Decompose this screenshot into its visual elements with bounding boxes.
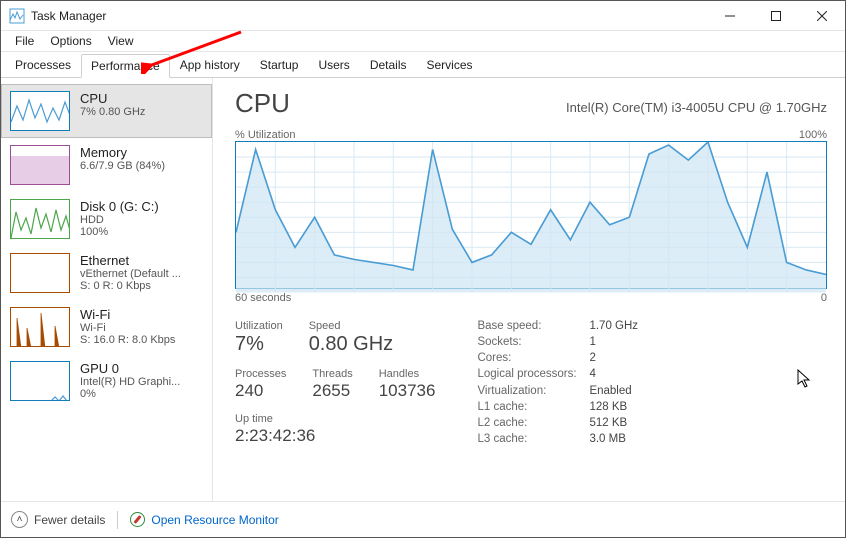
stats-left: Utilization 7% Speed 0.80 GHz Processes …: [235, 320, 435, 446]
chevron-up-icon: ˄: [11, 511, 28, 528]
sidebar-item-name: CPU: [80, 91, 145, 106]
speed-label: Speed: [309, 320, 393, 332]
tab-performance[interactable]: Performance: [81, 54, 170, 78]
stat-key: Base speed:: [477, 320, 589, 333]
sidebar-item-name: GPU 0: [80, 361, 180, 376]
menu-options[interactable]: Options: [42, 32, 99, 50]
open-resource-monitor-link[interactable]: Open Resource Monitor: [130, 512, 278, 527]
stat-val: 4: [589, 368, 638, 381]
sidebar-item-sub: vEthernet (Default ...: [80, 268, 181, 280]
tab-app-history[interactable]: App history: [170, 53, 250, 77]
sidebar-item-sub2: S: 0 R: 0 Kbps: [80, 280, 181, 292]
stat-val: 1.70 GHz: [589, 320, 638, 333]
sidebar-item-eth[interactable]: EthernetvEthernet (Default ...S: 0 R: 0 …: [1, 246, 212, 300]
uptime-value: 2:23:42:36: [235, 426, 435, 446]
main-pane: CPU Intel(R) Core(TM) i3-4005U CPU @ 1.7…: [213, 78, 845, 501]
utilization-label: Utilization: [235, 320, 283, 332]
utilization-chart[interactable]: [235, 141, 827, 289]
open-resource-monitor-label: Open Resource Monitor: [151, 513, 278, 527]
cpu-model: Intel(R) Core(TM) i3-4005U CPU @ 1.70GHz: [566, 100, 827, 115]
processes-label: Processes: [235, 368, 286, 380]
chart-label-bottom-right: 0: [821, 292, 827, 304]
tab-startup[interactable]: Startup: [250, 53, 309, 77]
tab-services[interactable]: Services: [417, 53, 483, 77]
stat-val: 3.0 MB: [589, 433, 638, 446]
sidebar-item-cpu[interactable]: CPU7% 0.80 GHz: [1, 84, 212, 138]
sidebar: CPU7% 0.80 GHzMemory6.6/7.9 GB (84%)Disk…: [1, 78, 213, 501]
close-button[interactable]: [799, 1, 845, 31]
stat-key: L3 cache:: [477, 433, 589, 446]
threads-label: Threads: [312, 368, 352, 380]
sidebar-item-sub2: S: 16.0 R: 8.0 Kbps: [80, 334, 175, 346]
task-manager-window: Task Manager File Options View Processes…: [0, 0, 846, 538]
maximize-button[interactable]: [753, 1, 799, 31]
fewer-details-label: Fewer details: [34, 513, 105, 527]
sidebar-item-gpu[interactable]: GPU 0Intel(R) HD Graphi...0%: [1, 354, 212, 408]
stat-val: 128 KB: [589, 401, 638, 414]
sidebar-item-name: Disk 0 (G: C:): [80, 199, 159, 214]
stat-key: L1 cache:: [477, 401, 589, 414]
stat-key: Cores:: [477, 352, 589, 365]
sidebar-item-sub: 7% 0.80 GHz: [80, 106, 145, 118]
handles-label: Handles: [379, 368, 436, 380]
app-icon: [9, 8, 25, 24]
sidebar-item-sub: HDD: [80, 214, 159, 226]
sidebar-item-name: Ethernet: [80, 253, 181, 268]
tab-users[interactable]: Users: [308, 53, 359, 77]
mem-thumb-icon: [10, 145, 70, 185]
tab-processes[interactable]: Processes: [5, 53, 81, 77]
handles-value: 103736: [379, 381, 436, 401]
stat-val: Enabled: [589, 385, 638, 398]
uptime-label: Up time: [235, 413, 435, 425]
minimize-button[interactable]: [707, 1, 753, 31]
menubar: File Options View: [1, 31, 845, 52]
chart-label-top-right: 100%: [799, 129, 827, 141]
sidebar-item-name: Wi-Fi: [80, 307, 175, 322]
stats-right: Base speed:1.70 GHzSockets:1Cores:2Logic…: [477, 320, 638, 446]
tab-details[interactable]: Details: [360, 53, 417, 77]
sidebar-item-sub2: 100%: [80, 226, 159, 238]
speed-value: 0.80 GHz: [309, 333, 393, 356]
threads-value: 2655: [312, 381, 352, 401]
tabstrip: ProcessesPerformanceApp historyStartupUs…: [1, 52, 845, 78]
processes-value: 240: [235, 381, 286, 401]
stat-key: Logical processors:: [477, 368, 589, 381]
sidebar-item-sub2: 0%: [80, 388, 180, 400]
gpu-thumb-icon: [10, 361, 70, 401]
disk-thumb-icon: [10, 199, 70, 239]
stat-val: 2: [589, 352, 638, 365]
wifi-thumb-icon: [10, 307, 70, 347]
sidebar-item-disk[interactable]: Disk 0 (G: C:)HDD100%: [1, 192, 212, 246]
titlebar: Task Manager: [1, 1, 845, 31]
eth-thumb-icon: [10, 253, 70, 293]
fewer-details-button[interactable]: ˄ Fewer details: [11, 511, 105, 528]
sidebar-item-mem[interactable]: Memory6.6/7.9 GB (84%): [1, 138, 212, 192]
stats: Utilization 7% Speed 0.80 GHz Processes …: [235, 320, 827, 446]
menu-view[interactable]: View: [100, 32, 142, 50]
sidebar-item-wifi[interactable]: Wi-FiWi-FiS: 16.0 R: 8.0 Kbps: [1, 300, 212, 354]
stat-val: 1: [589, 336, 638, 349]
chart-label-top-left: % Utilization: [235, 129, 296, 141]
utilization-value: 7%: [235, 333, 283, 356]
stat-val: 512 KB: [589, 417, 638, 430]
sidebar-item-sub: 6.6/7.9 GB (84%): [80, 160, 165, 172]
footer-separator: [117, 511, 118, 529]
chart-label-bottom-left: 60 seconds: [235, 292, 291, 304]
cpu-thumb-icon: [10, 91, 70, 131]
pane-title: CPU: [235, 88, 290, 119]
sidebar-item-name: Memory: [80, 145, 165, 160]
resource-monitor-icon: [130, 512, 145, 527]
stat-key: L2 cache:: [477, 417, 589, 430]
sidebar-item-sub: Intel(R) HD Graphi...: [80, 376, 180, 388]
stat-key: Sockets:: [477, 336, 589, 349]
stat-key: Virtualization:: [477, 385, 589, 398]
sidebar-item-sub: Wi-Fi: [80, 322, 175, 334]
footer: ˄ Fewer details Open Resource Monitor: [1, 501, 845, 537]
window-title: Task Manager: [31, 9, 106, 23]
menu-file[interactable]: File: [7, 32, 42, 50]
content: CPU7% 0.80 GHzMemory6.6/7.9 GB (84%)Disk…: [1, 78, 845, 501]
